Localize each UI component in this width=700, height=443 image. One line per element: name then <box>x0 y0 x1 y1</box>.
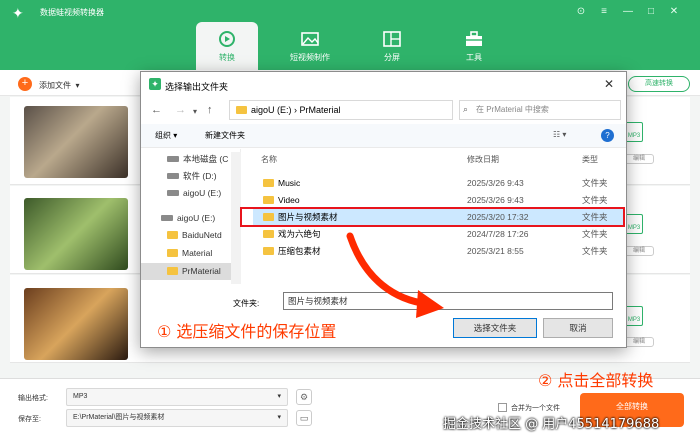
folder-icon <box>263 230 274 238</box>
video-thumbnail <box>24 288 128 360</box>
edit-button[interactable]: 编辑 <box>624 154 654 164</box>
tree-item[interactable]: aigoU (E:) <box>161 210 215 227</box>
highlight-box <box>240 207 625 227</box>
folder-icon <box>167 267 178 275</box>
split-screen-icon <box>383 31 401 47</box>
step1-annotation: ① 选压缩文件的保存位置 <box>157 322 337 341</box>
watermark: 掘金技术社区 @ 用户45514179688 <box>443 417 660 432</box>
back-icon[interactable]: ← <box>151 104 162 116</box>
forward-icon[interactable]: → <box>175 104 186 116</box>
folder-icon <box>167 249 178 257</box>
image-icon <box>301 32 319 46</box>
add-file-button[interactable]: 添加文件 ▾ <box>39 80 79 91</box>
high-speed-button[interactable]: 高速转换 <box>628 76 690 92</box>
folder-icon <box>263 247 274 255</box>
merge-checkbox[interactable] <box>498 403 507 412</box>
folder-icon <box>167 231 178 239</box>
merge-label: 合并为一个文件 <box>511 405 560 412</box>
save-to-label: 保存至: <box>18 416 41 423</box>
drive-icon <box>167 156 179 162</box>
toolbox-icon <box>466 31 482 46</box>
tree-item[interactable]: Material <box>167 245 212 262</box>
folder-icon <box>236 106 247 114</box>
format-settings-icon[interactable]: ⚙ <box>296 389 312 405</box>
search-icon: ⌕ <box>463 104 469 114</box>
search-input[interactable]: 在 PrMaterial 中搜索 <box>459 100 621 120</box>
dialog-app-icon: ✦ <box>149 78 161 90</box>
tree-item[interactable]: aigoU (E:) <box>167 185 221 202</box>
drive-icon <box>167 173 179 179</box>
convert-icon <box>219 31 235 47</box>
nav-tree: 本地磁盘 (C 软件 (D:) aigoU (E:) aigoU (E:) Ba… <box>141 149 241 284</box>
tree-item[interactable]: 软件 (D:) <box>167 168 217 185</box>
output-format-select[interactable]: MP3 ▾ <box>66 388 288 406</box>
menu-icon[interactable]: ≡ <box>598 6 610 17</box>
view-options-icon[interactable]: ☷ ▾ <box>553 130 566 139</box>
app-logo-icon: ✦ <box>12 5 24 21</box>
tab-split-screen-label: 分屏 <box>384 53 400 62</box>
dialog-title: 选择输出文件夹 <box>165 82 229 92</box>
close-icon[interactable]: ✕ <box>668 6 680 17</box>
select-folder-button[interactable]: 选择文件夹 <box>453 318 537 338</box>
minimize-icon[interactable]: — <box>622 6 634 17</box>
address-bar[interactable]: aigoU (E:) › PrMaterial <box>229 100 453 120</box>
tab-split-screen[interactable]: 分屏 <box>360 22 424 70</box>
folder-label: 文件夹: <box>233 299 260 308</box>
tab-short-video-label: 短视频制作 <box>290 53 330 62</box>
app-header <box>0 0 700 70</box>
mp3-format-icon[interactable]: MP3 <box>625 122 643 142</box>
column-type[interactable]: 类型 <box>582 154 598 165</box>
tab-short-video[interactable]: 短视频制作 <box>278 22 342 70</box>
maximize-icon[interactable]: □ <box>645 6 657 17</box>
step2-annotation: ② 点击全部转换 <box>538 371 654 390</box>
mp3-format-icon[interactable]: MP3 <box>625 214 643 234</box>
tab-tools[interactable]: 工具 <box>442 22 506 70</box>
file-row[interactable]: Music 2025/3/26 9:43 文件夹 <box>253 175 623 192</box>
tree-item[interactable]: 本地磁盘 (C <box>167 151 228 168</box>
drive-icon <box>161 215 173 221</box>
cancel-button[interactable]: 取消 <box>543 318 613 338</box>
folder-icon <box>263 196 274 204</box>
folder-open-icon[interactable]: ▭ <box>296 410 312 426</box>
tab-convert[interactable]: 转换 <box>196 22 258 70</box>
video-thumbnail <box>24 198 128 270</box>
mp3-format-icon[interactable]: MP3 <box>625 306 643 326</box>
settings-icon[interactable]: ⊙ <box>575 6 587 17</box>
column-date[interactable]: 修改日期 <box>467 154 499 165</box>
folder-icon <box>263 179 274 187</box>
arrow-annotation-icon <box>346 232 444 318</box>
save-to-select[interactable]: E:\PrMaterial\图片与视频素材 ▾ <box>66 409 288 427</box>
tab-convert-label: 转换 <box>219 53 235 62</box>
output-format-label: 输出格式: <box>18 395 48 402</box>
tree-item-selected[interactable]: PrMaterial <box>141 263 231 280</box>
video-thumbnail <box>24 106 128 178</box>
edit-button[interactable]: 编辑 <box>624 246 654 256</box>
recent-dropdown-icon[interactable]: ▾ <box>193 107 197 116</box>
tab-tools-label: 工具 <box>466 53 482 62</box>
up-icon[interactable]: ↑ <box>207 104 213 116</box>
help-icon[interactable]: ? <box>601 129 614 142</box>
add-file-icon[interactable]: + <box>18 77 32 91</box>
new-folder-button[interactable]: 新建文件夹 <box>205 130 245 141</box>
edit-button[interactable]: 编辑 <box>624 337 654 347</box>
organize-button[interactable]: 组织 ▾ <box>155 130 177 141</box>
drive-icon <box>167 190 179 196</box>
tree-item[interactable]: BaiduNetd <box>167 227 222 244</box>
column-name[interactable]: 名称 <box>261 154 277 165</box>
app-title: 数据蛙视频转换器 <box>40 8 104 17</box>
dialog-close-icon[interactable]: ✕ <box>604 77 614 91</box>
